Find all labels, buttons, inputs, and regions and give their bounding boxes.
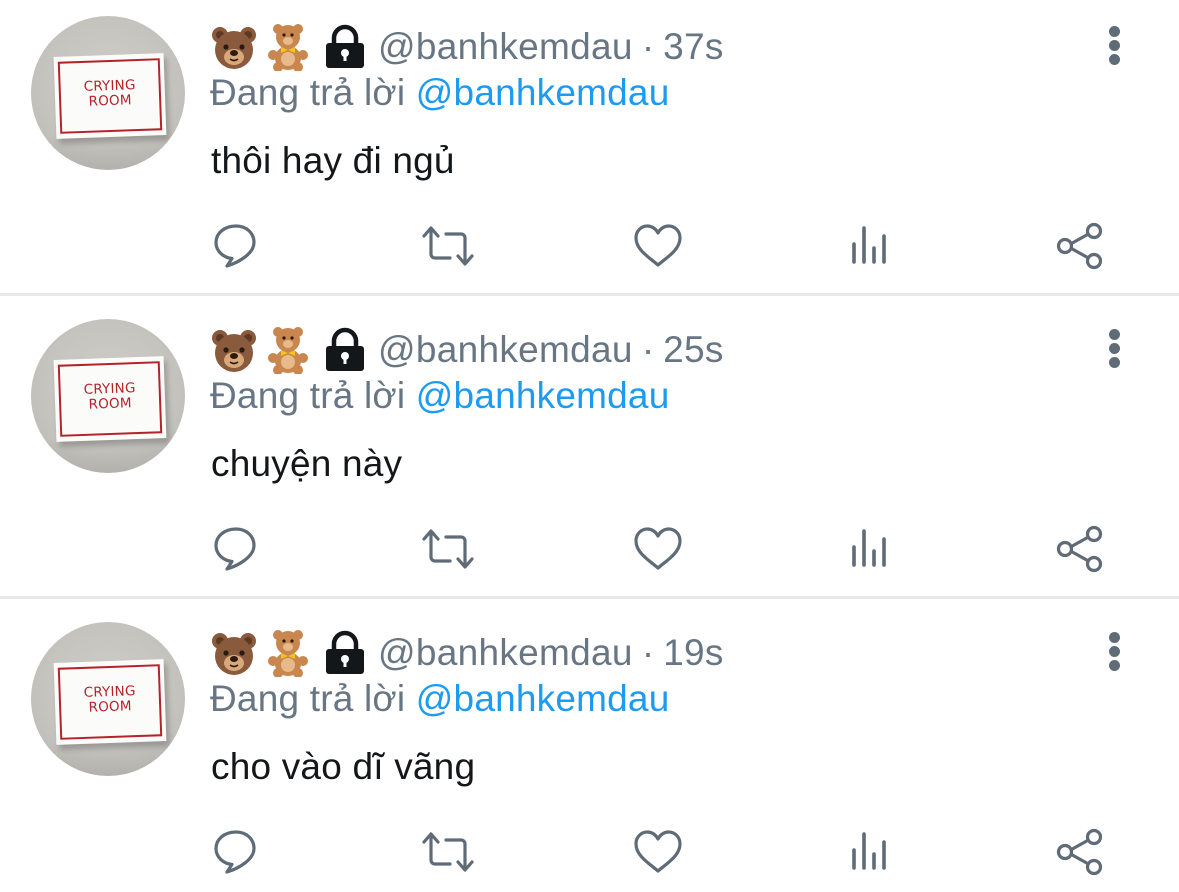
avatar[interactable]: CRYING ROOM bbox=[31, 16, 185, 170]
bear-face-icon bbox=[210, 23, 258, 71]
tweet-text: cho vào dĩ vãng bbox=[211, 746, 476, 787]
bear-face-icon bbox=[210, 629, 258, 677]
reply-button[interactable] bbox=[209, 218, 265, 274]
avatar-shadow bbox=[31, 134, 185, 170]
reply-context: Đang trả lời @banhkemdau bbox=[210, 72, 669, 114]
bear-face-icon bbox=[210, 326, 258, 374]
analytics-icon bbox=[852, 832, 886, 870]
share-button[interactable] bbox=[1052, 218, 1108, 274]
lock-icon bbox=[322, 630, 368, 676]
retweet-icon bbox=[422, 529, 474, 569]
more-vertical-icon[interactable] bbox=[1100, 325, 1130, 371]
tweet-text: chuyện này bbox=[211, 443, 403, 484]
more-vertical-icon[interactable] bbox=[1100, 628, 1130, 674]
avatar-sign: CRYING ROOM bbox=[53, 53, 167, 139]
author-handle[interactable]: @banhkemdau bbox=[378, 329, 633, 371]
analytics-icon bbox=[852, 226, 886, 264]
tweet[interactable]: CRYING ROOM bbox=[0, 606, 1179, 892]
reply-mention-link[interactable]: @banhkemdau bbox=[416, 678, 670, 719]
lock-icon bbox=[322, 24, 368, 70]
reply-label: Đang trả lời bbox=[210, 375, 406, 416]
tweet-text: thôi hay đi ngủ bbox=[211, 140, 455, 181]
retweet-button[interactable] bbox=[420, 824, 476, 880]
reply-mention-link[interactable]: @banhkemdau bbox=[416, 375, 670, 416]
tweet-timestamp[interactable]: 37s bbox=[663, 26, 724, 68]
reply-label: Đang trả lời bbox=[210, 72, 406, 113]
lock-icon bbox=[322, 327, 368, 373]
retweet-button[interactable] bbox=[420, 521, 476, 577]
teddy-bear-icon bbox=[264, 326, 312, 375]
tweet-actions bbox=[0, 218, 1179, 274]
tweet[interactable]: CRYING ROOM bbox=[0, 303, 1179, 605]
teddy-bear-icon bbox=[264, 23, 312, 72]
like-icon bbox=[634, 830, 682, 873]
avatar[interactable]: CRYING ROOM bbox=[31, 319, 185, 473]
like-icon bbox=[634, 224, 682, 267]
avatar-sign: CRYING ROOM bbox=[53, 356, 167, 442]
separator-dot: · bbox=[641, 26, 655, 67]
tweet[interactable]: CRYING ROOM bbox=[0, 0, 1179, 302]
tweet-timestamp[interactable]: 25s bbox=[663, 329, 724, 371]
tweet-header: @banhkemdau · 25s bbox=[210, 323, 724, 377]
share-button[interactable] bbox=[1052, 824, 1108, 880]
share-icon bbox=[1056, 222, 1103, 270]
teddy-bear-icon bbox=[264, 629, 312, 678]
analytics-button[interactable] bbox=[841, 218, 897, 274]
reply-context: Đang trả lời @banhkemdau bbox=[210, 678, 669, 720]
avatar-sign-text: CRYING ROOM bbox=[54, 380, 165, 414]
avatar[interactable]: CRYING ROOM bbox=[31, 622, 185, 776]
reply-mention-link[interactable]: @banhkemdau bbox=[416, 72, 670, 113]
like-button[interactable] bbox=[630, 824, 686, 880]
reply-icon bbox=[214, 224, 256, 268]
avatar-sign-text: CRYING ROOM bbox=[54, 683, 165, 717]
separator-dot: · bbox=[641, 329, 655, 370]
reply-label: Đang trả lời bbox=[210, 678, 406, 719]
analytics-button[interactable] bbox=[841, 521, 897, 577]
reply-button[interactable] bbox=[209, 824, 265, 880]
share-icon bbox=[1056, 828, 1103, 876]
tweet-divider bbox=[0, 596, 1179, 599]
share-icon bbox=[1056, 525, 1103, 573]
retweet-icon bbox=[422, 226, 474, 266]
more-vertical-icon[interactable] bbox=[1100, 22, 1130, 68]
analytics-button[interactable] bbox=[841, 824, 897, 880]
reply-icon bbox=[214, 527, 256, 571]
separator-dot: · bbox=[641, 632, 655, 673]
avatar-shadow bbox=[31, 437, 185, 473]
tweet-timestamp[interactable]: 19s bbox=[663, 632, 724, 674]
tweet-divider bbox=[0, 293, 1179, 296]
like-button[interactable] bbox=[630, 218, 686, 274]
avatar-shadow bbox=[31, 740, 185, 776]
author-handle[interactable]: @banhkemdau bbox=[378, 632, 633, 674]
like-button[interactable] bbox=[630, 521, 686, 577]
reply-context: Đang trả lời @banhkemdau bbox=[210, 375, 669, 417]
author-handle[interactable]: @banhkemdau bbox=[378, 26, 633, 68]
retweet-button[interactable] bbox=[420, 218, 476, 274]
tweet-actions bbox=[0, 824, 1179, 880]
share-button[interactable] bbox=[1052, 521, 1108, 577]
reply-icon bbox=[214, 830, 256, 874]
tweet-feed: CRYING ROOM @banhkemdau · 37s Đang trả l… bbox=[0, 0, 1179, 892]
tweet-header: @banhkemdau · 37s bbox=[210, 20, 724, 74]
reply-button[interactable] bbox=[209, 521, 265, 577]
avatar-sign: CRYING ROOM bbox=[53, 659, 167, 745]
tweet-actions bbox=[0, 521, 1179, 577]
tweet-header: @banhkemdau · 19s bbox=[210, 626, 724, 680]
avatar-sign-text: CRYING ROOM bbox=[54, 77, 165, 111]
analytics-icon bbox=[852, 529, 886, 567]
retweet-icon bbox=[422, 832, 474, 872]
like-icon bbox=[634, 527, 682, 570]
